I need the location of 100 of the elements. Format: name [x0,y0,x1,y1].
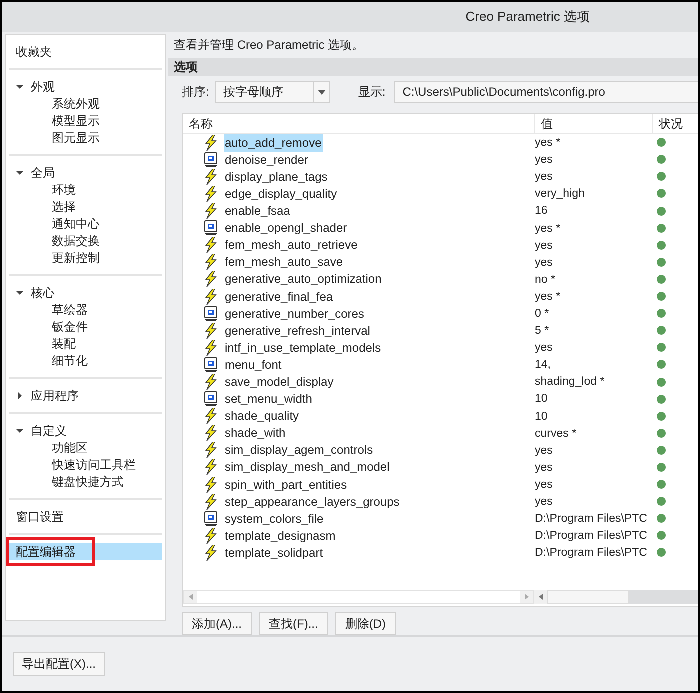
option-value: 0 * [535,308,550,320]
option-name[interactable]: generative_auto_optimization [224,270,383,288]
option-value: 14, [535,359,551,372]
lightning-icon [204,442,218,458]
sort-label: 排序: [182,84,210,102]
display-label: 显示: [358,84,386,102]
sidebar-item[interactable]: 功能区 [52,438,88,456]
lightning-icon [204,425,218,442]
monitor-icon [204,510,218,527]
option-value: yes * [535,222,561,235]
action-button[interactable]: 添加(A)... [182,612,252,635]
sidebar-item[interactable]: 更新控制 [52,248,100,266]
sidebar-item[interactable]: 选择 [52,198,76,216]
display-field[interactable]: C:\Users\Public\Documents\config.pro [394,81,698,104]
lightning-icon [204,459,218,476]
expand-icon[interactable] [16,168,24,176]
option-name[interactable]: generative_number_cores [224,304,366,323]
action-button[interactable]: 查找(F)... [259,612,328,635]
expand-icon[interactable] [16,288,24,296]
column-header[interactable]: 状况 [652,114,698,134]
sidebar-item[interactable]: 环境 [52,180,76,198]
option-value: D:\Program Files\PTC [535,530,648,542]
lightning-icon [204,494,218,510]
sidebar-item[interactable]: 通知中心 [52,214,100,232]
sidebar-item[interactable]: 窗口设置 [9,508,162,525]
expand-icon[interactable] [16,426,24,434]
option-name[interactable]: template_designasm [224,526,337,545]
option-name[interactable]: auto_add_remove [224,134,323,152]
option-name[interactable]: enable_opengl_shader [224,219,348,238]
section-header: 选项 [168,58,698,76]
option-name[interactable]: denoise_render [224,150,310,169]
lightning-icon [204,322,218,339]
option-name[interactable]: sim_display_agem_controls [224,441,374,460]
option-name[interactable]: edge_display_quality [224,184,338,203]
option-name[interactable]: fem_mesh_auto_retrieve [224,236,359,254]
lightning-icon [204,544,218,561]
sidebar-item[interactable]: 数据交换 [52,232,100,250]
option-name[interactable]: display_plane_tags [224,168,329,186]
sidebar-item[interactable]: 配置编辑器 [9,543,162,560]
collapse-icon[interactable] [16,392,24,400]
sort-dropdown[interactable]: 按字母顺序 [215,81,330,104]
option-name[interactable]: generative_refresh_interval [224,322,372,340]
column-header[interactable]: 名称 [183,114,534,134]
sidebar-item[interactable]: 键盘快捷方式 [52,472,124,490]
lightning-icon [204,374,218,390]
option-value: yes * [535,290,561,303]
option-value: D:\Program Files\PTC [535,547,648,560]
sidebar-group[interactable]: 核心 [31,284,55,302]
option-value: yes [535,342,553,354]
lightning-icon [204,237,218,254]
sidebar-group[interactable]: 全局 [31,164,55,182]
option-name[interactable]: system_colors_file [224,510,325,528]
lightning-icon [204,476,218,493]
option-value: very_high [535,188,585,200]
option-name[interactable]: set_menu_width [224,390,314,408]
option-name[interactable]: menu_font [224,356,283,374]
column-header[interactable]: 值 [534,114,652,134]
option-name[interactable]: sim_display_mesh_and_model [224,458,391,476]
sidebar-item[interactable]: 系统外观 [52,94,100,112]
option-name[interactable]: intf_in_use_template_models [224,338,382,357]
export-button[interactable]: 导出配置(X)... [13,652,105,676]
lightning-icon [204,408,218,424]
option-value: no * [535,274,556,286]
sidebar-group[interactable]: 外观 [31,78,55,96]
option-value: yes [535,240,553,252]
sidebar-item[interactable]: 模型显示 [52,112,100,130]
option-name[interactable]: enable_fsaa [224,202,292,220]
option-value: yes [535,154,553,166]
option-name[interactable]: spin_with_part_entities [224,476,348,494]
caret-icon [318,90,326,95]
sidebar-item[interactable]: 草绘器 [52,300,88,318]
monitor-icon [204,356,218,373]
option-name[interactable]: shade_with [224,424,287,442]
option-value: yes [535,462,553,474]
option-value: yes [535,171,553,184]
sidebar-item[interactable]: 收藏夹 [9,43,162,60]
sidebar-item[interactable]: 装配 [52,334,76,352]
option-name[interactable]: template_solidpart [224,544,324,562]
option-name[interactable]: shade_quality [224,407,300,426]
option-name[interactable]: generative_final_fea [224,288,334,306]
sidebar-group[interactable]: 自定义 [31,422,67,440]
option-name[interactable]: step_appearance_layers_groups [224,492,401,511]
sidebar-item[interactable]: 细节化 [52,352,88,370]
sidebar-item[interactable]: 钣金件 [52,318,88,336]
option-name[interactable]: fem_mesh_auto_save [224,253,344,272]
description-text: 查看并管理 Creo Parametric 选项。 [174,36,364,54]
sidebar-group[interactable]: 应用程序 [31,386,79,404]
scrollbar[interactable] [534,590,698,604]
option-value: 16 [535,205,548,218]
sidebar-item[interactable]: 图元显示 [52,128,100,146]
option-value: yes [535,478,553,491]
expand-icon[interactable] [16,82,24,90]
option-name[interactable]: save_model_display [224,373,335,392]
option-value: 5 * [535,325,550,338]
monitor-icon [204,306,218,322]
option-value: 10 [535,410,548,423]
action-button[interactable]: 删除(D) [335,612,396,635]
sidebar-item[interactable]: 快速访问工具栏 [52,456,136,474]
left-arrow-icon[interactable] [538,594,542,600]
window-title: Creo Parametric 选项 [466,8,590,26]
